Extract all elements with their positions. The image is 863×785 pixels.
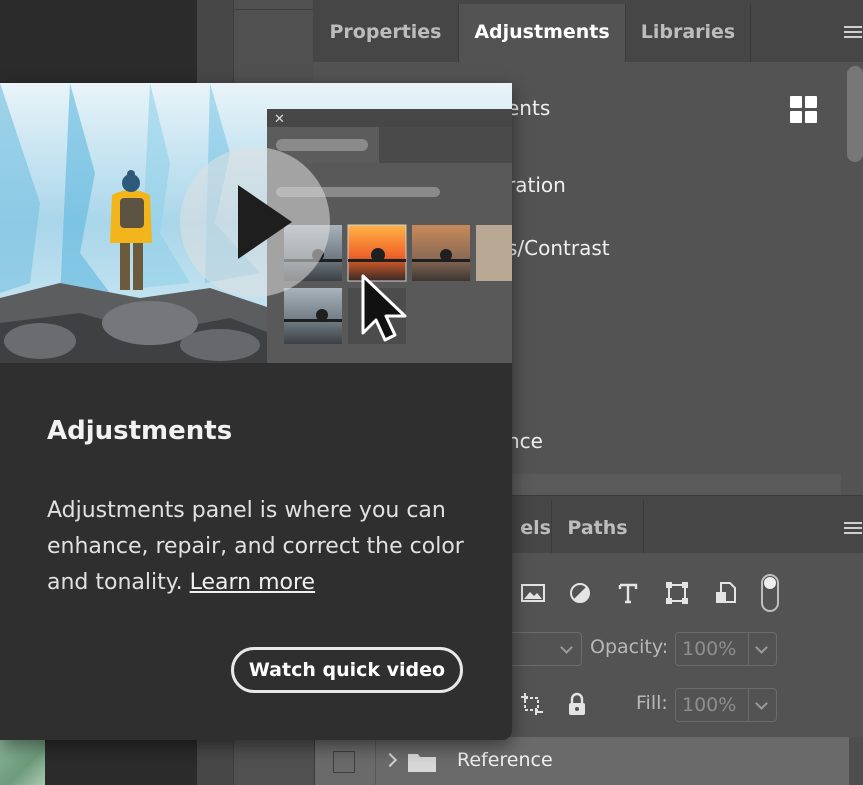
dock-divider: [234, 9, 314, 10]
image-filter-icon[interactable]: [520, 580, 546, 606]
opacity-dropdown[interactable]: [749, 632, 777, 666]
adjustment-list-item[interactable]: nce: [507, 429, 543, 453]
watch-quick-video-button[interactable]: Watch quick video: [231, 647, 463, 693]
adjustment-list-item[interactable]: s/Contrast: [507, 236, 610, 260]
layer-name: Reference: [457, 749, 553, 771]
chevron-right-icon[interactable]: [382, 752, 398, 768]
blend-mode-select[interactable]: [510, 632, 582, 666]
layers-panel: els Paths Opacity: 100% Fill: 100% Refer…: [315, 496, 863, 785]
thumbnail-illustration: ✕: [0, 83, 512, 363]
grid-icon[interactable]: [790, 96, 818, 124]
learn-more-link[interactable]: Learn more: [190, 570, 315, 595]
lock-position-icon[interactable]: [519, 691, 545, 717]
menu-icon[interactable]: [844, 26, 862, 38]
menu-icon[interactable]: [844, 522, 862, 534]
fill-input[interactable]: 100%: [675, 688, 749, 722]
filter-toggle-switch[interactable]: [761, 574, 779, 612]
type-filter-icon[interactable]: [615, 580, 641, 606]
tooltip-description: Adjustments panel is where you can enhan…: [47, 493, 477, 601]
toggle-knob: [764, 577, 776, 589]
fill-dropdown[interactable]: [749, 688, 777, 722]
panel-tab-bar: Properties Adjustments Libraries: [313, 0, 863, 62]
tab-channels[interactable]: els: [510, 500, 552, 553]
smart-object-filter-icon[interactable]: [713, 580, 739, 606]
canvas-image-peek: [0, 735, 45, 785]
opacity-label: Opacity:: [590, 636, 669, 658]
layer-visibility-box[interactable]: [333, 751, 355, 773]
tab-libraries[interactable]: Libraries: [626, 4, 751, 62]
lock-icon[interactable]: [564, 691, 590, 717]
opacity-input[interactable]: 100%: [675, 632, 749, 666]
tab-adjustments[interactable]: Adjustments: [459, 4, 626, 62]
panel-footer-strip: [511, 474, 841, 495]
folder-icon: [408, 754, 436, 772]
panel-scrollbar[interactable]: [847, 66, 863, 162]
play-icon[interactable]: [180, 147, 330, 297]
adjustment-list-item[interactable]: ents: [507, 96, 550, 120]
adjustments-tooltip-card: ✕ Adjustments Adjustments panel is where…: [0, 83, 512, 740]
layer-row[interactable]: Reference: [315, 737, 860, 785]
tooltip-title: Adjustments: [47, 416, 233, 446]
video-thumbnail[interactable]: ✕: [0, 83, 512, 363]
close-icon: ✕: [274, 112, 285, 127]
adjustment-list-item[interactable]: ration: [507, 173, 566, 197]
fill-label: Fill:: [636, 692, 668, 714]
row-divider: [375, 737, 376, 785]
adjustment-filter-icon[interactable]: [567, 580, 593, 606]
tab-paths[interactable]: Paths: [552, 500, 644, 553]
tab-properties[interactable]: Properties: [313, 4, 459, 62]
shape-filter-icon[interactable]: [664, 580, 690, 606]
layers-scrollbar[interactable]: [849, 737, 863, 785]
panel-tab-bar: els Paths: [510, 496, 863, 553]
